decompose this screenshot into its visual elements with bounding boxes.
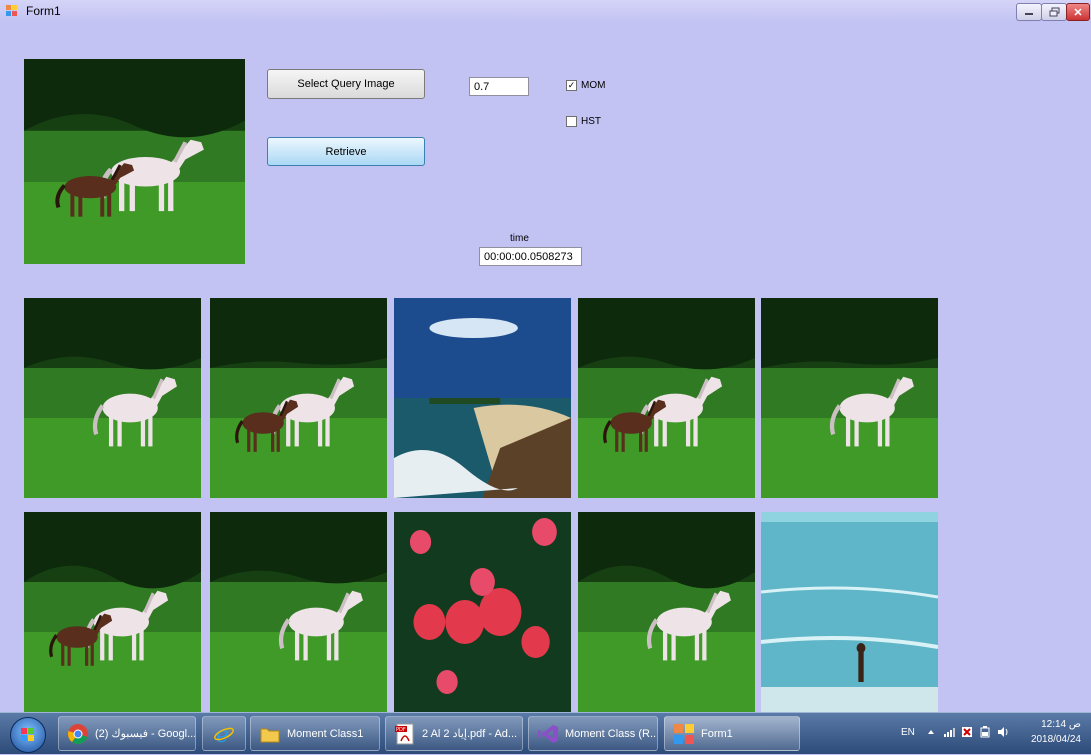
result-image-7 [210,512,387,712]
hst-checkbox[interactable]: HST [566,116,601,127]
hst-checkbox-box[interactable] [566,116,577,127]
taskbar-item-label: Moment Class (R... [565,727,657,740]
form-app-icon [674,723,694,744]
visual-studio-icon [538,724,558,743]
svg-text:PDF: PDF [396,727,406,733]
clock-date[interactable]: 2018/04/24 [1031,734,1081,745]
minimize-button[interactable] [1016,3,1042,21]
result-image-10 [761,512,938,712]
threshold-input[interactable] [469,77,529,96]
taskbar: (2) فيسبوك - Googl... e Moment Class1 PD… [0,712,1091,754]
internet-explorer-icon: e [214,723,234,745]
start-button[interactable] [10,717,46,753]
result-image-8 [394,512,571,712]
show-hidden-icons-icon[interactable] [925,726,937,738]
battery-icon[interactable] [979,726,991,738]
title-bar[interactable]: Form1 ✕ [0,0,1091,22]
restore-icon [1049,7,1059,17]
restore-button[interactable] [1041,3,1067,21]
pdf-icon: PDF [395,723,414,744]
select-query-image-button[interactable]: Select Query Image [267,69,425,99]
taskbar-item-ie[interactable]: e [202,716,246,751]
svg-text:e: e [216,723,229,745]
close-icon: ✕ [1073,6,1083,19]
chrome-icon [68,723,88,744]
clock-time[interactable]: 12:14 ص [1041,719,1081,730]
taskbar-item-label: (2) فيسبوك - Googl... [95,728,195,740]
windows-logo-icon [21,728,34,741]
network-icon[interactable] [943,726,955,738]
window-title: Form1 [26,4,61,18]
taskbar-item-label: 2 Al 2 إياد.pdf - Ad... [422,728,518,740]
taskbar-item-label: Form1 [701,727,733,740]
action-center-icon[interactable] [961,726,973,738]
mom-label: MOM [581,80,606,91]
taskbar-item-visual-studio[interactable]: Moment Class (R... [528,716,658,751]
language-indicator[interactable]: EN [901,727,915,738]
retrieve-button[interactable]: Retrieve [267,137,425,166]
taskbar-item-form1[interactable]: Form1 [664,716,800,751]
result-image-2 [210,298,387,498]
taskbar-item-label: Moment Class1 [287,727,364,740]
time-output[interactable] [479,247,582,266]
result-image-6 [24,512,201,712]
volume-icon[interactable] [997,726,1009,738]
checkmark-icon: ✓ [567,80,576,90]
mom-checkbox[interactable]: ✓ MOM [566,80,605,91]
result-image-4 [578,298,755,498]
hst-label: HST [581,116,601,127]
result-image-5 [761,298,938,498]
form-app-icon [6,5,17,16]
result-image-1 [24,298,201,498]
query-image [24,59,245,264]
taskbar-item-pdf[interactable]: PDF 2 Al 2 إياد.pdf - Ad... [385,716,523,751]
result-image-3 [394,298,571,498]
taskbar-item-chrome[interactable]: (2) فيسبوك - Googl... [58,716,196,751]
time-label: time [510,233,529,244]
mom-checkbox-box[interactable]: ✓ [566,80,577,91]
result-image-9 [578,512,755,712]
minimize-icon [1025,13,1033,15]
system-tray: EN 12:14 ص 2018/04/24 [891,713,1091,754]
close-button[interactable]: ✕ [1066,3,1090,21]
folder-icon [260,728,280,742]
taskbar-item-folder[interactable]: Moment Class1 [250,716,380,751]
